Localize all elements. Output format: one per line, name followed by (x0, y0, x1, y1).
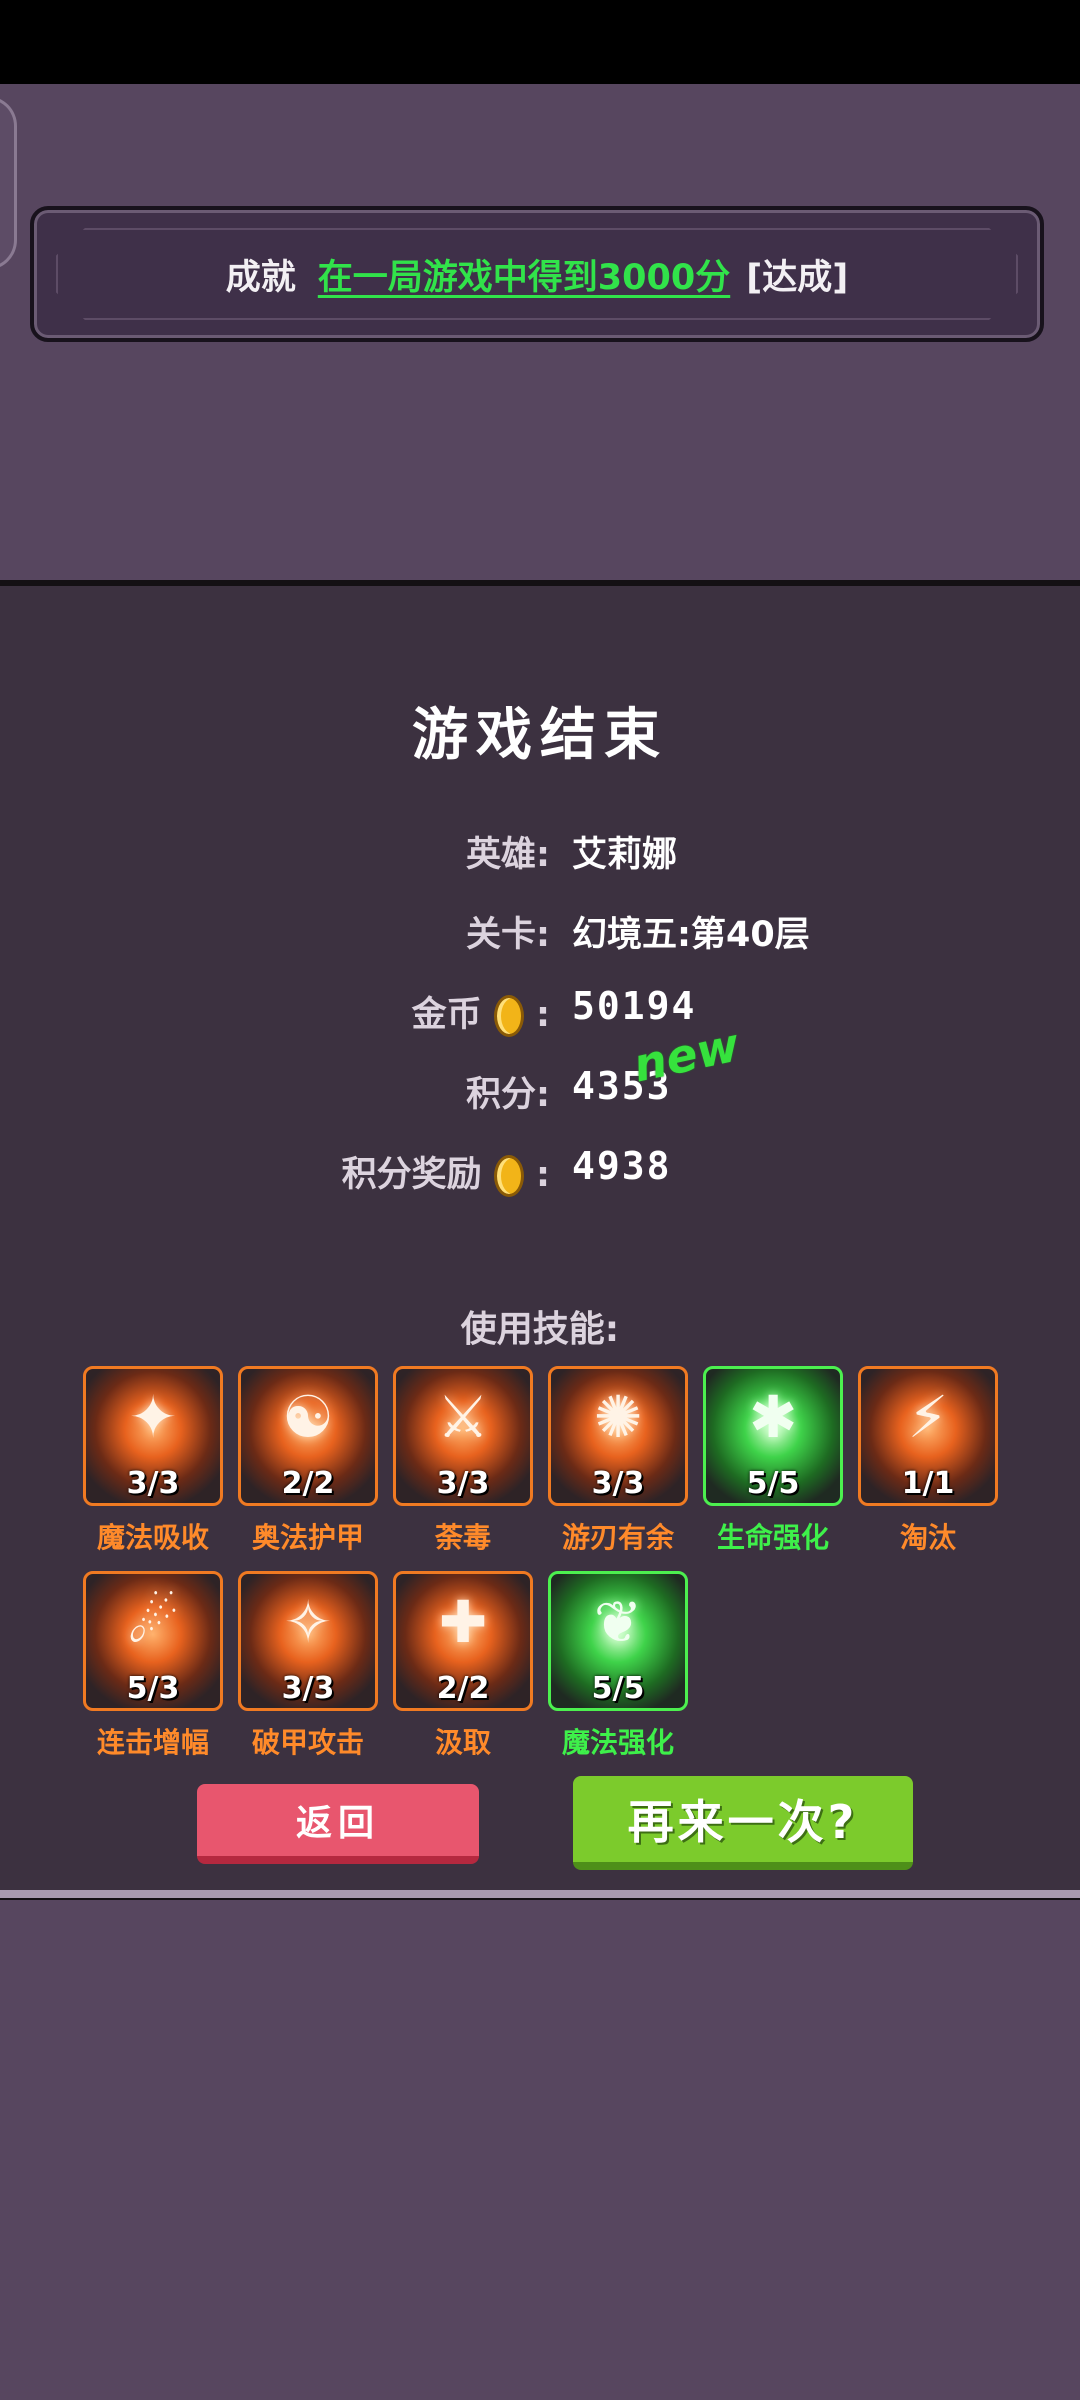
skill-count: 5/5 (746, 1466, 800, 1501)
life-burst-icon: ✱ 5/5 (703, 1366, 843, 1506)
skill-count: 2/2 (436, 1671, 490, 1706)
skill-count: 3/3 (281, 1671, 335, 1706)
skill-card[interactable]: ✱ 5/5 生命强化 (703, 1366, 843, 1556)
skill-name: 魔法强化 (561, 1726, 674, 1759)
hero-value: 艾莉娜 (572, 835, 678, 875)
skill-card[interactable]: ✚ 2/2 汲取 (393, 1571, 533, 1761)
spinning-blade-icon: ✺ 3/3 (548, 1366, 688, 1506)
panel-bottom-edge (0, 1890, 1080, 1898)
skill-card[interactable]: ☄ 5/3 连击增幅 (83, 1571, 223, 1761)
spellbook-icon: ❦ 5/5 (548, 1571, 688, 1711)
poison-blade-icon: ⚔ 3/3 (393, 1366, 533, 1506)
gold-value: 50194 (572, 984, 697, 1028)
skill-card[interactable]: ✧ 3/3 破甲攻击 (238, 1571, 378, 1761)
skill-count: 2/2 (281, 1466, 335, 1501)
retry-button[interactable]: 再来一次? (573, 1776, 913, 1870)
skill-count: 5/3 (126, 1671, 180, 1706)
skill-name: 生命强化 (716, 1521, 829, 1554)
reward-colon: : (536, 1155, 550, 1195)
armor-break-icon: ✧ 3/3 (238, 1571, 378, 1711)
combo-kick-icon: ☄ 5/3 (83, 1571, 223, 1711)
reward-label: 积分奖励 (341, 1155, 482, 1195)
achievement-label: 成就 (225, 257, 296, 298)
stage-value: 幻境五:第40层 (572, 915, 810, 955)
reward-value: 4938 (572, 1144, 672, 1188)
skill-name: 奥法护甲 (251, 1521, 364, 1554)
skill-name: 魔法吸收 (96, 1521, 209, 1554)
skill-name: 破甲攻击 (251, 1726, 364, 1759)
skill-name: 淘汰 (899, 1521, 956, 1554)
skill-count: 3/3 (591, 1466, 645, 1501)
gold-label: 金币 (411, 995, 482, 1035)
hero-label: 英雄: (466, 835, 550, 875)
skill-card[interactable]: ⚡ 1/1 淘汰 (858, 1366, 998, 1556)
achievement-text: 成就 在一局游戏中得到3000分 [达成] (34, 210, 1040, 338)
skill-count: 5/5 (591, 1671, 645, 1706)
skill-name: 游刃有余 (561, 1521, 674, 1554)
skill-count: 1/1 (901, 1466, 955, 1501)
score-label: 积分: (466, 1075, 550, 1115)
skill-name: 荼毒 (434, 1521, 491, 1554)
stage-label: 关卡: (466, 915, 550, 955)
skill-name: 汲取 (434, 1726, 491, 1759)
skill-count: 3/3 (436, 1466, 490, 1501)
back-button[interactable]: 返回 (197, 1784, 479, 1864)
skills-title: 使用技能: (460, 1309, 620, 1350)
achievement-task[interactable]: 在一局游戏中得到3000分 (318, 249, 730, 300)
game-over-title: 游戏结束 (412, 703, 668, 768)
skill-card[interactable]: ⚔ 3/3 荼毒 (393, 1366, 533, 1556)
skill-card[interactable]: ✺ 3/3 游刃有余 (548, 1366, 688, 1556)
phoenix-icon: ✦ 3/3 (83, 1366, 223, 1506)
skill-card[interactable]: ✦ 3/3 魔法吸收 (83, 1366, 223, 1556)
gold-colon: : (536, 995, 550, 1035)
coin-icon (493, 1155, 524, 1197)
side-tab[interactable] (0, 96, 17, 270)
achievement-banner: 成就 在一局游戏中得到3000分 [达成] (30, 206, 1044, 342)
skill-name: 连击增幅 (96, 1726, 209, 1759)
drain-cross-icon: ✚ 2/2 (393, 1571, 533, 1711)
slash-icon: ⚡ 1/1 (858, 1366, 998, 1506)
skill-count: 3/3 (126, 1466, 180, 1501)
coin-icon (493, 995, 524, 1037)
achievement-status: [达成] (746, 257, 849, 298)
skill-card[interactable]: ❦ 5/5 魔法强化 (548, 1571, 688, 1761)
skill-card[interactable]: ☯ 2/2 奥法护甲 (238, 1366, 378, 1556)
meditation-shield-icon: ☯ 2/2 (238, 1366, 378, 1506)
status-bar (0, 0, 1080, 84)
